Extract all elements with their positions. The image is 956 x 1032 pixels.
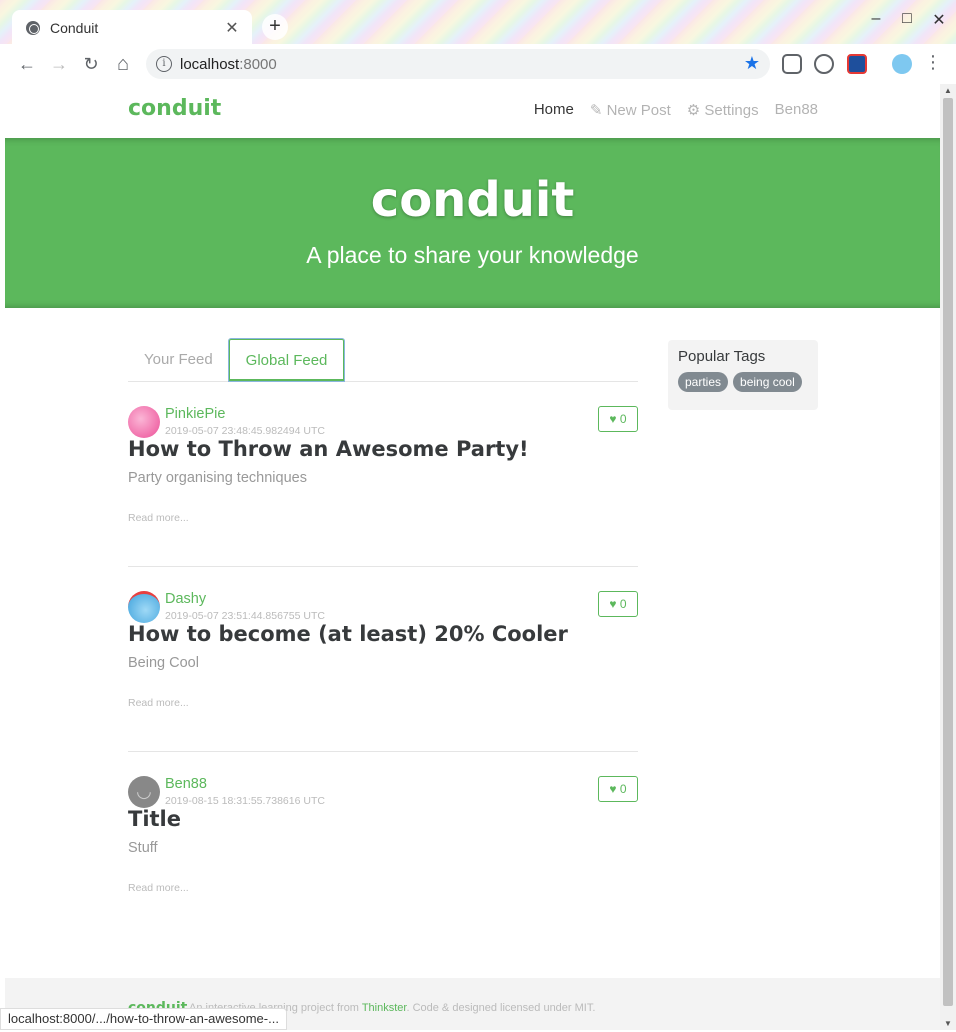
article-title[interactable]: Title: [128, 807, 181, 831]
nav-profile-label: Ben88: [774, 101, 818, 118]
heart-icon: ♥: [609, 412, 617, 426]
tag-pill[interactable]: parties: [678, 372, 729, 392]
sync-extension-icon[interactable]: [814, 54, 834, 74]
navbar-brand-link[interactable]: conduit: [128, 96, 221, 121]
page-scrollbar[interactable]: ▲ ▼: [940, 84, 956, 1030]
info-icon[interactable]: i: [156, 56, 172, 72]
article-date: 2019-08-15 18:31:55.738616 UTC: [165, 795, 325, 807]
nav-settings-link[interactable]: ⚙ Settings: [687, 101, 759, 119]
article-title[interactable]: How to Throw an Awesome Party!: [128, 437, 529, 461]
article-description: Stuff: [128, 840, 158, 856]
home-button[interactable]: ⌂: [111, 52, 135, 76]
globe-icon: [26, 21, 40, 35]
read-more-link[interactable]: Read more...: [128, 512, 189, 524]
article-preview: Dashy 2019-05-07 23:51:44.856755 UTC ♥ 0…: [128, 567, 638, 752]
tab-close-icon[interactable]: ✕: [220, 18, 244, 38]
page-viewport: conduit Home ✎ New Post ⚙ Settings Ben88…: [5, 84, 940, 1030]
author-link[interactable]: Dashy: [165, 591, 206, 607]
nav-links: Home ✎ New Post ⚙ Settings Ben88: [534, 101, 818, 119]
author-link[interactable]: PinkiePie: [165, 406, 225, 422]
reload-button[interactable]: ↻: [79, 52, 103, 76]
maximize-button[interactable]: □: [895, 10, 919, 28]
favorite-button[interactable]: ♥ 0: [598, 406, 638, 432]
author-avatar[interactable]: [128, 406, 160, 438]
article-description: Being Cool: [128, 655, 199, 671]
nav-settings-label: Settings: [704, 102, 759, 119]
browser-menu-icon[interactable]: ⋮: [924, 52, 942, 73]
extension-icon[interactable]: [847, 54, 867, 74]
tab-your-feed[interactable]: Your Feed: [128, 339, 229, 381]
edit-icon: ✎: [589, 102, 603, 119]
article-preview: PinkiePie 2019-05-07 23:48:45.982494 UTC…: [128, 382, 638, 567]
nav-new-post-link[interactable]: ✎ New Post: [590, 101, 671, 119]
browser-tab[interactable]: Conduit ✕: [12, 10, 252, 46]
new-tab-button[interactable]: +: [262, 14, 288, 40]
banner-subtitle: A place to share your knowledge: [306, 242, 639, 268]
tag-list: parties being cool: [678, 372, 808, 392]
url-host: localhost: [180, 55, 240, 73]
gear-icon: ⚙: [686, 102, 701, 119]
nav-new-post-label: New Post: [606, 102, 671, 119]
nav-home-label: Home: [533, 101, 574, 118]
article-feed: Your Feed Global Feed PinkiePie 2019-05-…: [128, 339, 638, 937]
smiley-avatar-icon[interactable]: ◡: [128, 776, 160, 808]
article-description: Party organising techniques: [128, 470, 307, 486]
read-more-link[interactable]: Read more...: [128, 882, 189, 894]
scroll-down-arrow-icon[interactable]: ▼: [944, 1019, 952, 1028]
navbar: conduit Home ✎ New Post ⚙ Settings Ben88: [5, 84, 940, 138]
feed-tabs: Your Feed Global Feed: [128, 339, 638, 382]
address-bar[interactable]: i localhost:8000 ★: [146, 49, 770, 79]
favorite-count: 0: [619, 782, 627, 796]
nav-profile-link[interactable]: Ben88: [775, 101, 818, 119]
heart-icon: ♥: [609, 597, 617, 611]
forward-button[interactable]: →: [47, 52, 71, 76]
hero-banner: conduit A place to share your knowledge: [5, 138, 940, 308]
favorite-count: 0: [619, 412, 627, 426]
sidebar-title: Popular Tags: [678, 348, 766, 365]
tab-title: Conduit: [50, 20, 99, 36]
pocket-extension-icon[interactable]: [782, 54, 802, 74]
author-link[interactable]: Ben88: [165, 776, 207, 792]
browser-chrome: Conduit ✕ + – □ ✕ ← → ↻ ⌂ i localhost:80…: [0, 0, 956, 84]
popular-tags-sidebar: Popular Tags parties being cool: [668, 340, 818, 410]
footer-text-after: . Code & designed licensed under MIT.: [406, 1002, 596, 1014]
browser-toolbar: ← → ↻ ⌂ i localhost:8000 ★ ⋮: [0, 44, 956, 84]
author-avatar[interactable]: [128, 591, 160, 623]
tab-global-feed[interactable]: Global Feed: [228, 339, 345, 381]
thinkster-link[interactable]: Thinkster: [362, 1002, 407, 1014]
back-button[interactable]: ←: [15, 52, 39, 76]
scrollbar-thumb[interactable]: [943, 98, 953, 1006]
read-more-link[interactable]: Read more...: [128, 697, 189, 709]
banner-title: conduit: [370, 172, 575, 228]
favorite-button[interactable]: ♥ 0: [598, 591, 638, 617]
bookmark-star-icon[interactable]: ★: [744, 53, 760, 74]
scroll-up-arrow-icon[interactable]: ▲: [944, 86, 952, 95]
minimize-button[interactable]: –: [864, 10, 888, 28]
article-date: 2019-05-07 23:51:44.856755 UTC: [165, 610, 325, 622]
heart-icon: ♥: [609, 782, 617, 796]
close-window-button[interactable]: ✕: [927, 10, 951, 30]
article-preview: ◡ Ben88 2019-08-15 18:31:55.738616 UTC ♥…: [128, 752, 638, 937]
link-status-bar: localhost:8000/.../how-to-throw-an-aweso…: [0, 1008, 287, 1030]
url-port: :8000: [239, 55, 277, 73]
favorite-count: 0: [619, 597, 627, 611]
article-date: 2019-05-07 23:48:45.982494 UTC: [165, 425, 325, 437]
tag-pill[interactable]: being cool: [733, 372, 802, 392]
profile-avatar-icon[interactable]: [892, 54, 912, 74]
favorite-button[interactable]: ♥ 0: [598, 776, 638, 802]
article-title[interactable]: How to become (at least) 20% Cooler: [128, 622, 568, 646]
nav-home-link[interactable]: Home: [534, 101, 574, 119]
